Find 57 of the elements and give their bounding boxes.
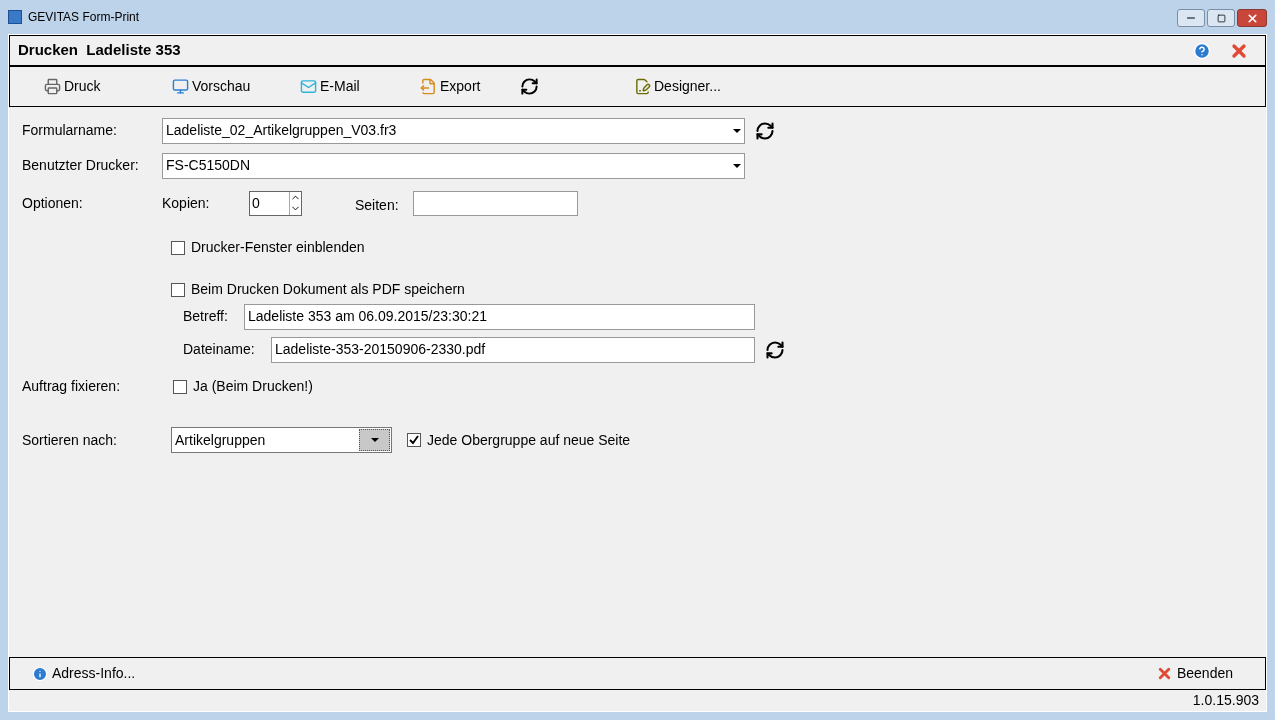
checkbox[interactable]: Beim Drucken Dokument als PDF speichern [171,279,1266,300]
address-info-button[interactable]: Adress-Info... [32,663,136,684]
checkbox-box[interactable] [171,240,185,255]
checkbox-label: Ja (Beim Drucken!) [193,377,313,396]
printer-icon [44,78,61,95]
toolbar-button[interactable]: Druck [44,72,172,101]
toolbar-button[interactable]: Designer... [634,72,754,101]
check-icon [409,435,419,445]
dropdown[interactable]: Ladeliste_02_Artikelgruppen_V03.fr3 [162,117,745,144]
refresh-icon[interactable] [765,339,785,360]
monitor-icon [172,78,189,95]
refresh-icon[interactable] [755,120,775,141]
maximize-button[interactable] [1207,9,1235,27]
field-label: Optionen: [22,194,84,213]
field-label: Benutzter Drucker: [22,156,140,175]
export-icon [420,78,437,95]
toolbar-button[interactable]: Export [420,72,520,101]
close-button[interactable] [1237,9,1267,27]
minimize-button[interactable] [1177,9,1205,27]
checkbox-label: Drucker-Fenster einblenden [191,238,365,257]
envelope-icon [300,78,317,95]
field-label: Kopien: [162,194,211,213]
quit-button[interactable]: Beenden [1155,663,1233,684]
field-label: Sortieren nach: [22,430,118,450]
checkbox-box[interactable] [407,433,421,447]
checkbox[interactable]: Drucker-Fenster einblenden [171,237,1266,258]
help-icon[interactable] [1193,41,1211,60]
field-label: Formularname: [22,121,118,140]
subject-input[interactable]: Ladeliste 353 am 06.09.2015/23:30:21 [244,303,755,330]
document-icon [634,78,651,95]
checkbox-box[interactable] [171,282,185,297]
checkbox-box[interactable] [173,379,187,394]
field-label: Seiten: [355,196,400,215]
dropdown-arrow-icon [733,163,741,168]
close-icon [1245,11,1259,25]
pages-input[interactable] [413,191,578,216]
checkbox-label: Beim Drucken Dokument als PDF speichern [191,280,465,299]
checkbox[interactable]: Ja (Beim Drucken!) [173,376,313,397]
dropdown[interactable]: Artikelgruppen [171,427,392,453]
field-label: Auftrag fixieren: [22,377,122,396]
checkbox[interactable]: Jede Obergruppe auf neue Seite [407,429,631,451]
header-title: Drucken Ladeliste 353 [18,40,181,61]
version-text: 1.0.15.903 [1192,691,1259,710]
field-label: Betreff: [183,307,229,326]
dropdown-arrow-icon [733,128,741,133]
toolbar-button[interactable]: Vorschau [172,72,300,101]
info-icon [32,665,48,682]
field-label: Dateiname: [183,340,256,359]
number-spinner[interactable]: 0 [249,191,302,216]
checkbox-label: Jede Obergruppe auf neue Seite [427,430,631,450]
filename-input[interactable]: Ladeliste-353-20150906-2330.pdf [271,336,755,363]
toolbar-button[interactable]: E-Mail [300,72,420,101]
maximize-icon [1216,13,1226,23]
refresh-icon [520,77,539,96]
app-icon [8,10,22,24]
dropdown[interactable]: FS-C5150DN [162,152,745,179]
window-title: GEVITAS Form-Print [28,9,140,26]
